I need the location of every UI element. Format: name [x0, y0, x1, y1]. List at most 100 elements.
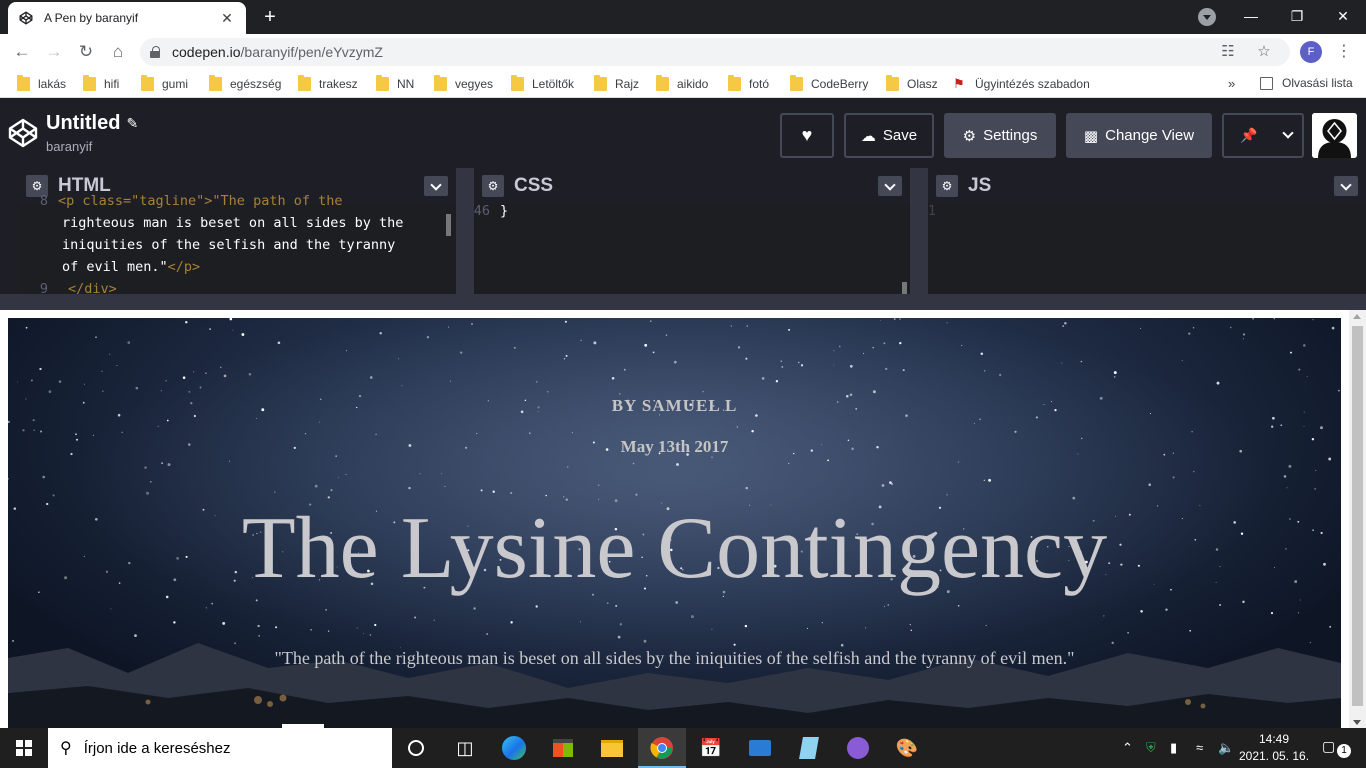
url-host: codepen.io	[172, 44, 241, 60]
change-view-button[interactable]: ▩ Change View	[1066, 113, 1212, 158]
preview-scrollbar[interactable]	[1349, 310, 1366, 728]
bookmark-label: Letöltők	[532, 77, 575, 91]
store-icon[interactable]	[548, 733, 578, 763]
love-button[interactable]: ♥	[780, 113, 834, 158]
notes-app-icon[interactable]	[794, 733, 824, 763]
search-input[interactable]	[83, 739, 364, 757]
wifi-icon[interactable]: ≈	[1196, 740, 1203, 755]
bookmark-folder[interactable]: trakesz	[298, 75, 358, 92]
bookmark-folder[interactable]: Rajz	[594, 75, 639, 92]
browser-tab[interactable]: A Pen by baranyif ✕	[8, 2, 246, 34]
preview-scrollbar-thumb[interactable]	[1352, 326, 1363, 706]
css-editor[interactable]: ⚙ CSS 46}	[474, 168, 910, 294]
profile-avatar[interactable]: F	[1300, 41, 1322, 63]
tab-search-icon[interactable]	[1198, 8, 1216, 26]
close-window-button[interactable]: ✕	[1320, 0, 1366, 32]
show-hidden-icons-chevron-icon[interactable]: ⌃	[1122, 740, 1133, 756]
pin-menu-button[interactable]: 📌	[1222, 113, 1304, 158]
editors-resize-bar[interactable]	[0, 294, 1366, 310]
result-preview[interactable]: BY SAMUEL L May 13th 2017 The Lysine Con…	[0, 310, 1366, 728]
bookmark-folder[interactable]: hifi	[83, 75, 119, 92]
task-view-icon[interactable]: ◫	[450, 733, 480, 763]
system-clock[interactable]: 14:49 2021. 05. 16.	[1238, 731, 1310, 765]
bookmark-folder[interactable]: Olasz	[886, 75, 938, 92]
mountain-silhouette	[8, 643, 1341, 728]
address-bar[interactable]: codepen.io/baranyif/pen/eYvzymZ ☷ ☆	[140, 38, 1290, 66]
js-editor-title: JS	[968, 175, 992, 196]
chrome-icon[interactable]	[647, 733, 677, 763]
file-explorer-icon[interactable]	[597, 733, 627, 763]
codepen-logo-icon[interactable]	[8, 118, 38, 148]
forward-arrow-icon[interactable]: →	[42, 40, 66, 64]
bookmark-link[interactable]: ⚑ Ügyintézés szabadon	[951, 76, 1090, 92]
html-editor[interactable]: ⚙ HTML 8 <p class="tagline">"The path of …	[18, 168, 456, 294]
edge-icon[interactable]	[499, 733, 529, 763]
html-collapse-button[interactable]	[424, 176, 448, 196]
bookmark-folder[interactable]: egészség	[209, 75, 281, 92]
folder-icon	[376, 75, 389, 91]
folder-icon	[886, 75, 899, 91]
js-collapse-button[interactable]	[1334, 176, 1358, 196]
taskbar-search[interactable]: ⚲	[48, 728, 392, 768]
html-code[interactable]: 8 <p class="tagline">"The path of the rig…	[18, 193, 456, 294]
maximize-button[interactable]: ❐	[1274, 0, 1320, 32]
cortana-icon[interactable]	[401, 733, 431, 763]
bookmark-folder[interactable]: gumi	[141, 75, 188, 92]
url-text[interactable]: codepen.io/baranyif/pen/eYvzymZ	[172, 44, 1218, 60]
start-button[interactable]	[0, 728, 48, 768]
editor-resize-handle[interactable]	[910, 168, 928, 294]
browser-tab-strip: A Pen by baranyif ✕ + — ❐ ✕	[0, 0, 1366, 34]
css-settings-gear-icon[interactable]: ⚙	[482, 175, 504, 197]
hero-title: The Lysine Contingency	[241, 500, 1108, 597]
volume-icon[interactable]: 🔈	[1218, 740, 1234, 756]
pen-title[interactable]: Untitled ✎	[46, 112, 138, 135]
home-icon[interactable]: ⌂	[106, 40, 130, 64]
browser-menu-icon[interactable]: ⋮	[1336, 40, 1352, 64]
code-line: iniquities of the selfish and the tyrann…	[62, 237, 396, 253]
github-icon[interactable]	[843, 733, 873, 763]
css-editor-title: CSS	[514, 175, 554, 196]
pencil-icon[interactable]: ✎	[126, 115, 138, 132]
translate-icon[interactable]: ☷	[1218, 42, 1238, 62]
folder-icon	[17, 75, 30, 91]
reload-icon[interactable]: ↻	[74, 40, 98, 64]
mail-app-icon[interactable]	[745, 733, 775, 763]
bookmark-folder[interactable]: lakás	[17, 75, 66, 92]
html-scrollbar-thumb[interactable]	[446, 214, 451, 236]
settings-button[interactable]: ⚙ Settings	[944, 113, 1056, 158]
security-shield-icon[interactable]: ⛨	[1146, 740, 1156, 756]
calendar-app-icon[interactable]: 📅	[696, 733, 726, 763]
user-avatar[interactable]	[1312, 113, 1357, 158]
css-scrollbar-thumb[interactable]	[902, 282, 907, 294]
editor-resize-handle[interactable]	[456, 168, 474, 294]
bookmark-folder[interactable]: Letöltők	[511, 75, 575, 92]
back-arrow-icon[interactable]: ←	[10, 40, 34, 64]
scroll-up-arrow-icon[interactable]	[1353, 314, 1361, 319]
tab-close-icon[interactable]: ✕	[218, 9, 236, 27]
css-code[interactable]: 46}	[474, 203, 910, 294]
reading-list-button[interactable]: Olvasási lista	[1260, 76, 1353, 90]
reading-list-label: Olvasási lista	[1282, 76, 1353, 90]
minimize-button[interactable]: —	[1228, 0, 1274, 32]
scroll-down-arrow-icon[interactable]	[1353, 720, 1361, 725]
js-settings-gear-icon[interactable]: ⚙	[936, 175, 958, 197]
bookmark-folder[interactable]: fotó	[728, 75, 769, 92]
folder-icon	[434, 75, 447, 91]
bookmark-folder[interactable]: aikido	[656, 75, 708, 92]
battery-icon[interactable]: ▮	[1170, 740, 1177, 756]
chevron-down-icon[interactable]	[1282, 127, 1294, 139]
css-collapse-button[interactable]	[878, 176, 902, 196]
bookmark-folder[interactable]: NN	[376, 75, 414, 92]
js-code[interactable]: 1	[928, 203, 1366, 294]
code-line: }	[500, 203, 509, 219]
js-editor[interactable]: ⚙ JS 1	[928, 168, 1366, 294]
pen-author[interactable]: baranyif	[46, 139, 92, 154]
bookmark-folder[interactable]: CodeBerry	[790, 75, 868, 92]
more-bookmarks-button[interactable]: »	[1228, 76, 1235, 91]
save-button[interactable]: ☁ Save	[844, 113, 934, 158]
bookmark-folder[interactable]: vegyes	[434, 75, 493, 92]
new-tab-button[interactable]: +	[258, 5, 282, 29]
bookmark-star-icon[interactable]: ☆	[1254, 42, 1274, 62]
paint-app-icon[interactable]: 🎨	[892, 733, 922, 763]
lock-icon[interactable]	[150, 46, 162, 58]
